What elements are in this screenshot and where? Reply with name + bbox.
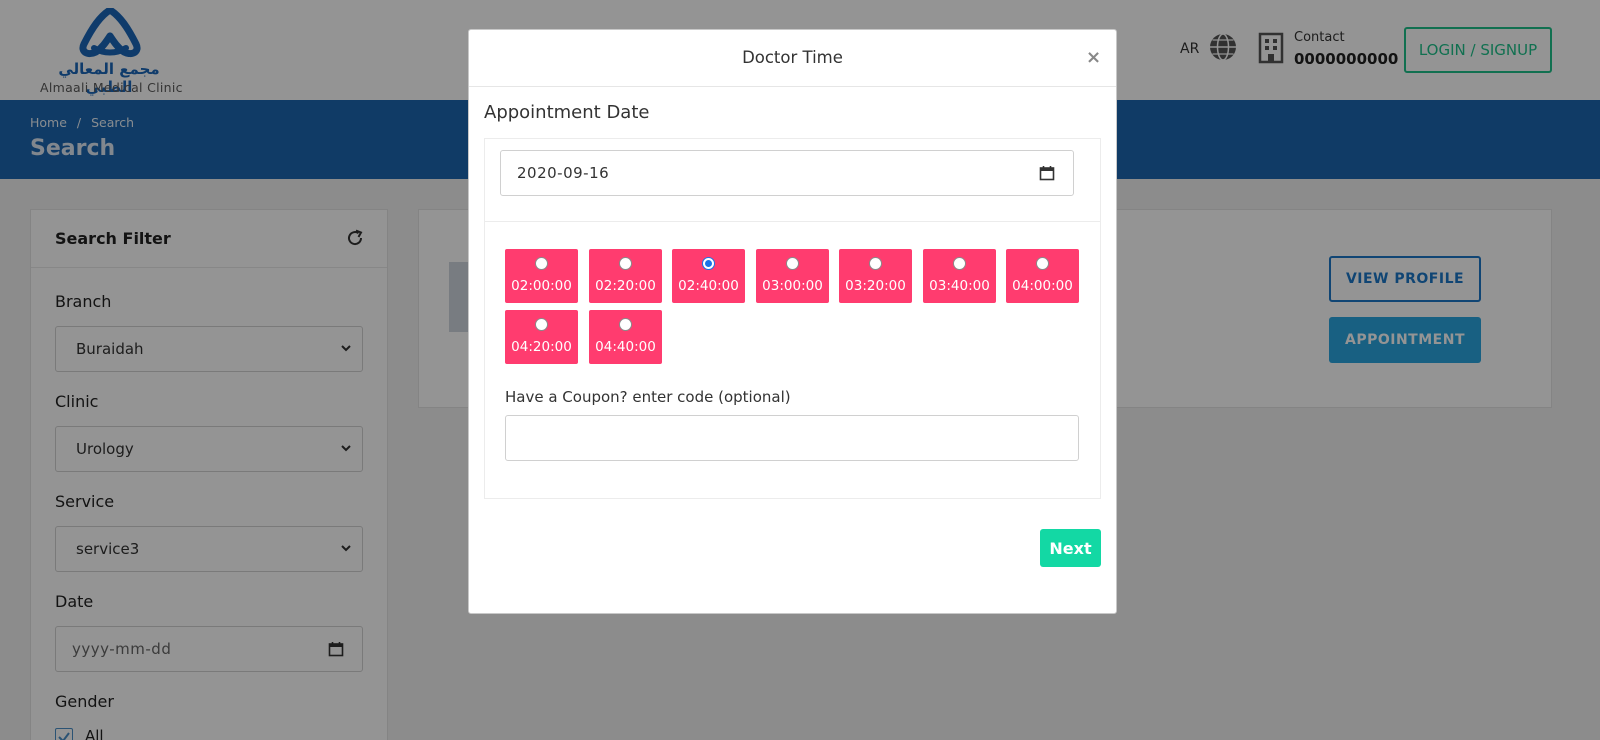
time-slot-label: 02:20:00	[595, 278, 656, 294]
time-slot[interactable]: 02:20:00	[589, 249, 662, 303]
modal-title: Doctor Time	[742, 48, 843, 67]
time-slot-radio[interactable]	[535, 257, 548, 270]
time-slot-radio[interactable]	[869, 257, 882, 270]
time-slot[interactable]: 04:00:00	[1006, 249, 1079, 303]
time-slot[interactable]: 02:00:00	[505, 249, 578, 303]
time-slot-radio[interactable]	[1036, 257, 1049, 270]
time-slot-label: 02:00:00	[511, 278, 572, 294]
next-button[interactable]: Next	[1040, 529, 1101, 567]
coupon-label: Have a Coupon? enter code (optional)	[505, 388, 791, 406]
coupon-input[interactable]	[505, 415, 1079, 461]
time-slot-label: 03:20:00	[845, 278, 906, 294]
time-slot-label: 03:00:00	[762, 278, 823, 294]
time-slot-label: 04:20:00	[511, 339, 572, 355]
appointment-date-value: 2020-09-16	[517, 164, 610, 182]
time-slot-radio[interactable]	[619, 257, 632, 270]
time-slot[interactable]: 02:40:00	[672, 249, 745, 303]
time-slot-label: 02:40:00	[678, 278, 739, 294]
time-slot-radio[interactable]	[535, 318, 548, 331]
time-slot[interactable]: 04:40:00	[589, 310, 662, 364]
time-slot-radio[interactable]	[786, 257, 799, 270]
modal-header: Doctor Time ×	[469, 30, 1116, 87]
time-slot[interactable]: 04:20:00	[505, 310, 578, 364]
time-slot-radio[interactable]	[953, 257, 966, 270]
time-slot-label: 03:40:00	[929, 278, 990, 294]
time-slot[interactable]: 03:00:00	[756, 249, 829, 303]
appointment-date-input[interactable]: 2020-09-16	[500, 150, 1074, 196]
close-icon[interactable]: ×	[1086, 49, 1101, 67]
time-slot-label: 04:40:00	[595, 339, 656, 355]
appointment-form: 2020-09-16 02:00:00 02:20:00 02:40:00 03:00…	[484, 138, 1101, 499]
doctor-time-modal: Doctor Time × Appointment Date 2020-09-1…	[468, 29, 1117, 614]
appointment-date-label: Appointment Date	[484, 102, 650, 123]
time-slot-radio[interactable]	[702, 257, 715, 270]
time-slot-radio[interactable]	[619, 318, 632, 331]
calendar-icon[interactable]	[1039, 165, 1055, 181]
time-slot[interactable]: 03:40:00	[923, 249, 996, 303]
time-slot[interactable]: 03:20:00	[839, 249, 912, 303]
appointment-date-section: 2020-09-16	[485, 139, 1100, 222]
time-slot-label: 04:00:00	[1012, 278, 1073, 294]
